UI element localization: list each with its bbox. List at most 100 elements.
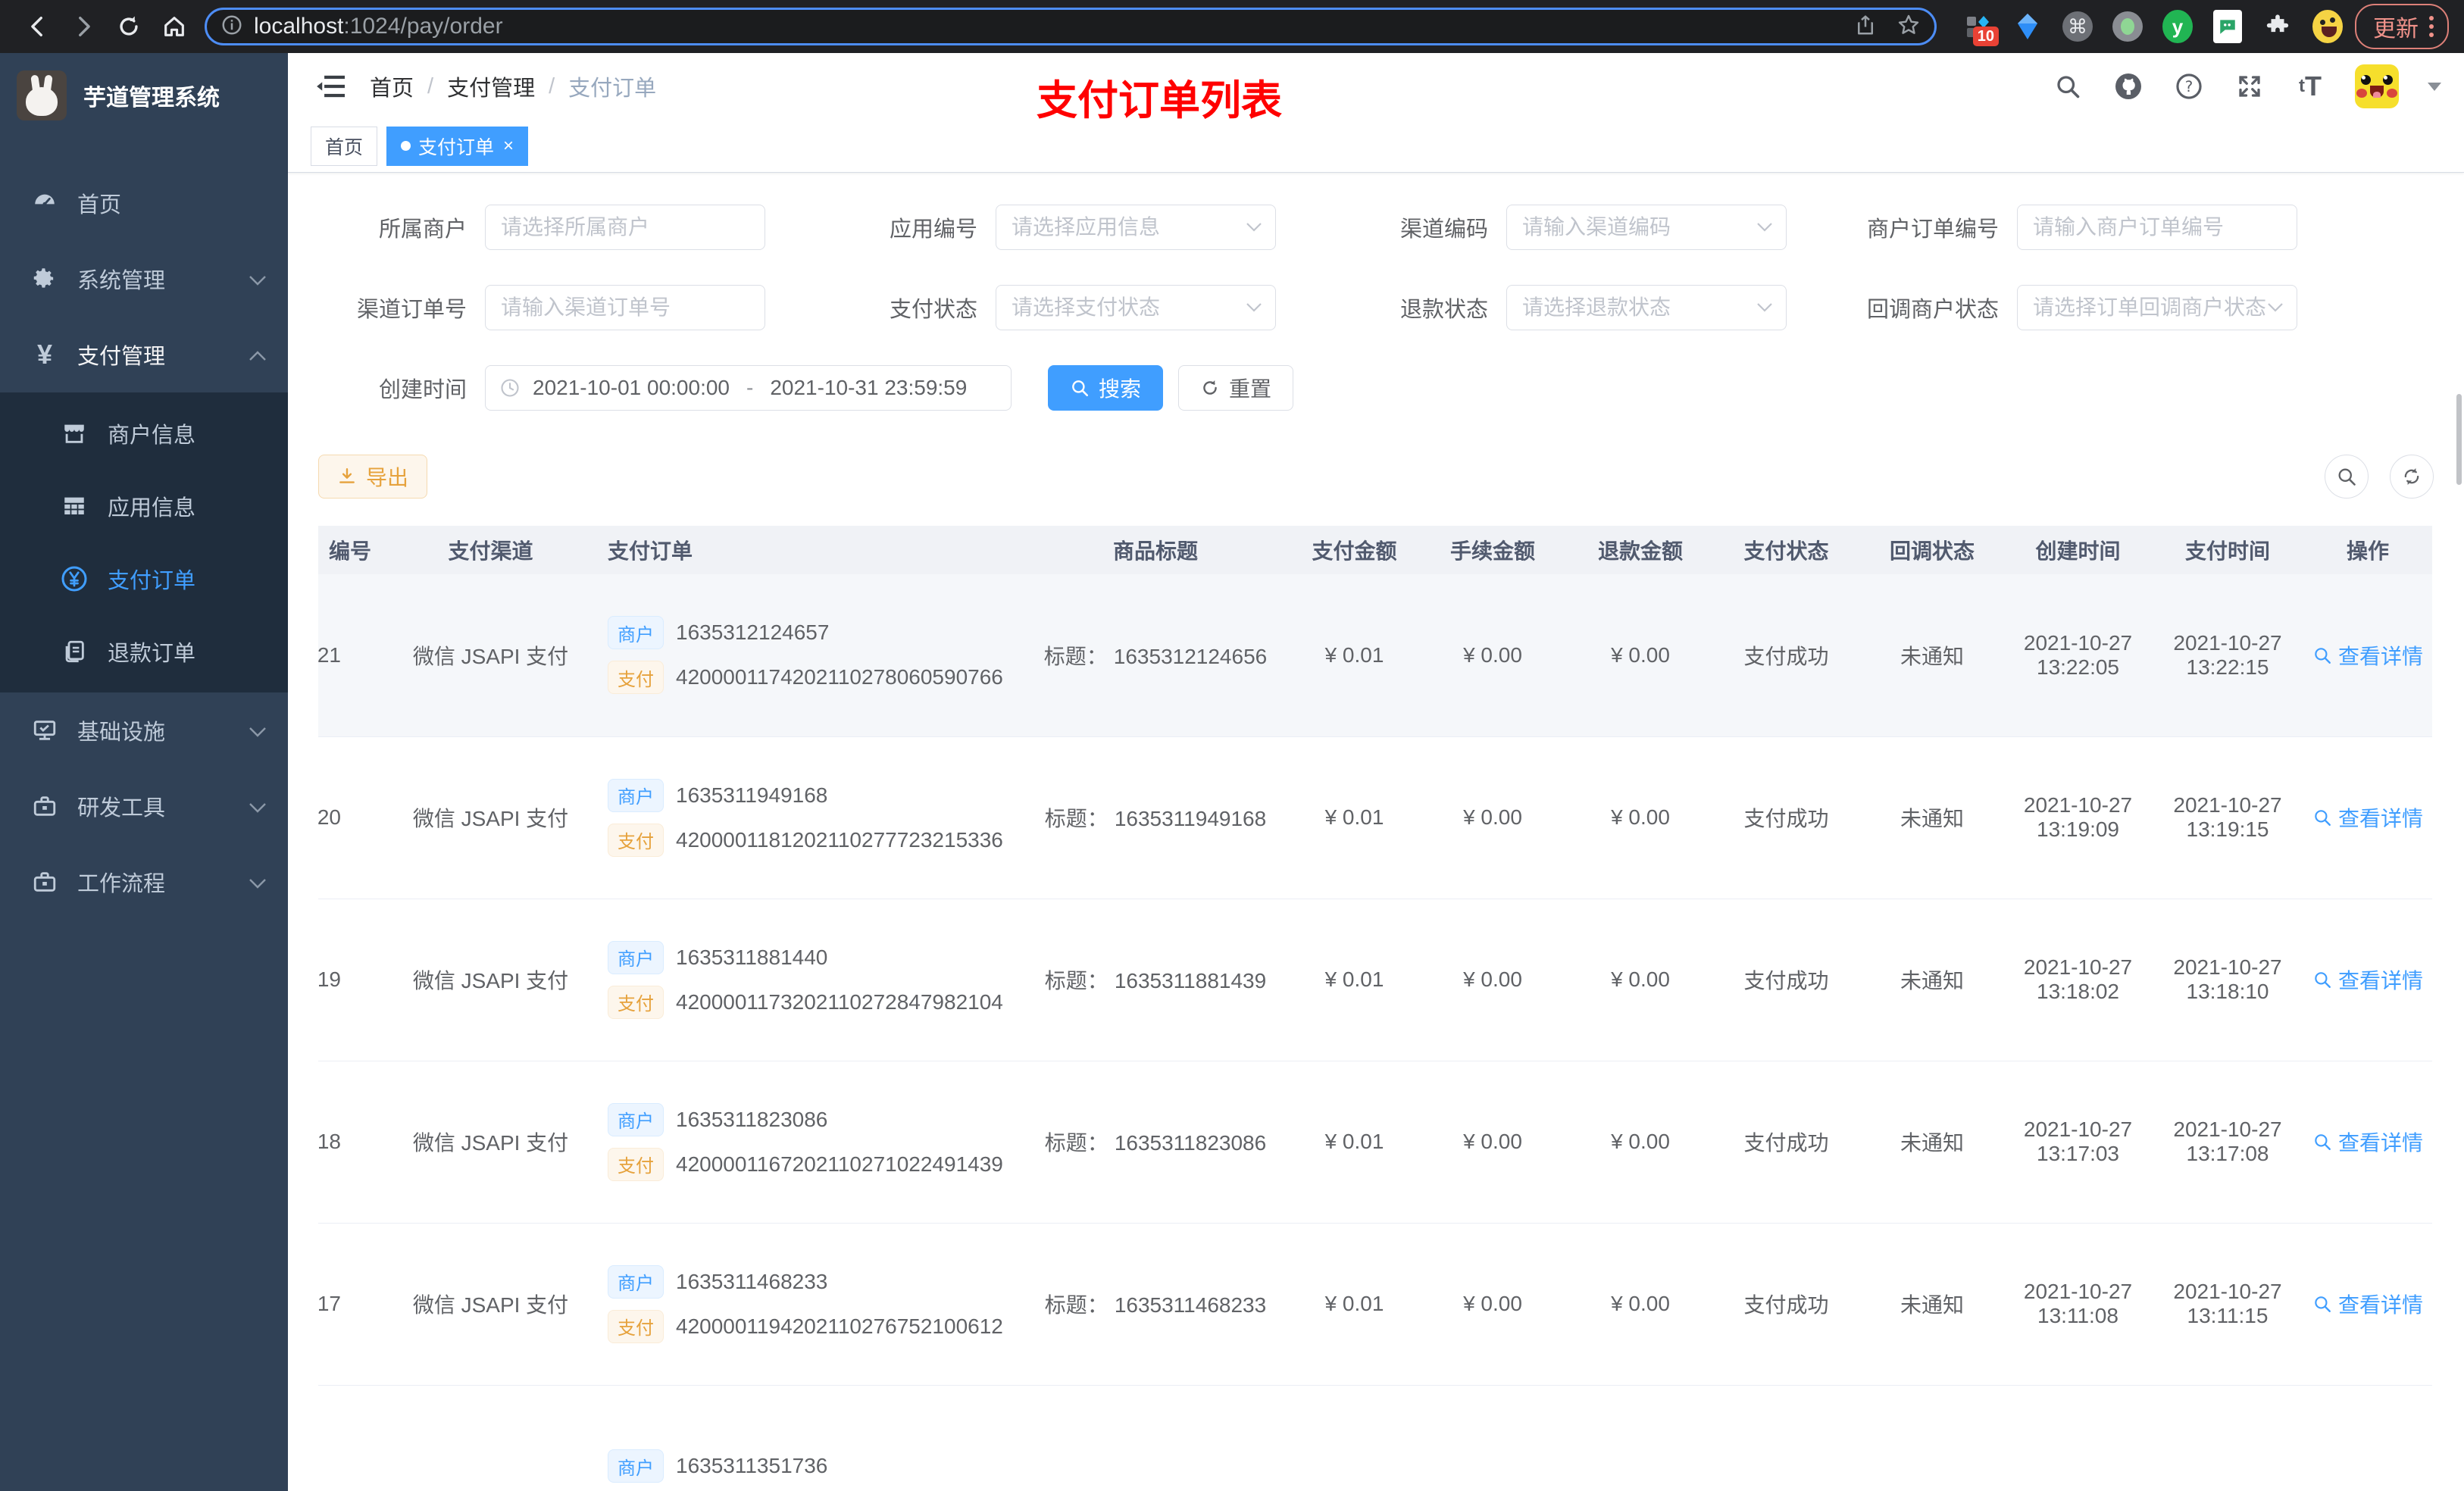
sidebar-item-refund-order[interactable]: 退款订单	[0, 615, 288, 688]
sidebar-item-system[interactable]: 系统管理	[0, 241, 288, 317]
chevron-down-icon	[249, 267, 267, 292]
pay-submenu: 商户信息 应用信息 支付订单 退款订单	[0, 392, 288, 692]
sidebar-item-workflow[interactable]: 工作流程	[0, 844, 288, 920]
search-label: 搜索	[1099, 377, 1142, 401]
cell-paid-time: 2021-10-27 13:19:15	[2152, 736, 2303, 899]
url-text[interactable]: localhost:1024/pay/order	[254, 14, 1845, 39]
filter-input[interactable]	[1506, 205, 1787, 250]
search-button[interactable]: 搜索	[1048, 365, 1164, 411]
update-button[interactable]: 更新	[2355, 4, 2449, 49]
view-detail-link[interactable]: 查看详情	[2312, 1289, 2423, 1319]
sidebar-toggle-icon[interactable]	[315, 70, 349, 103]
cell-fee-amount: ¥ 0.00	[1417, 1061, 1568, 1224]
cell-created-time: 2021-10-27 13:18:02	[2004, 899, 2152, 1061]
font-size-icon[interactable]: tT	[2294, 70, 2326, 102]
url-path: :1024/pay/order	[343, 14, 503, 39]
scrollbar-thumb[interactable]	[2456, 394, 2462, 485]
merchant-tag-badge: 商户	[608, 940, 664, 974]
col-header-status: 支付状态	[1712, 526, 1860, 574]
filter-label: 退款状态	[1399, 298, 1488, 322]
extension-chat-icon[interactable]	[2212, 10, 2243, 43]
share-icon[interactable]	[1854, 14, 1877, 40]
toggle-search-button[interactable]	[2325, 455, 2369, 499]
profile-emoji-icon[interactable]	[2312, 10, 2343, 43]
date-end[interactable]: 2021-10-31 23:59:59	[770, 376, 967, 400]
extension-gem-icon[interactable]	[2012, 11, 2043, 42]
filter-input[interactable]	[996, 285, 1276, 330]
avatar[interactable]	[2355, 64, 2399, 108]
help-icon[interactable]: ?	[2173, 70, 2205, 102]
back-button[interactable]	[21, 10, 55, 43]
filter-field: 退款状态	[1340, 285, 1805, 330]
forward-button[interactable]	[67, 10, 100, 43]
cell-pay-channel: 微信 JSAPI 支付	[383, 899, 599, 1061]
extension-grid-icon[interactable]: 10	[1962, 11, 1999, 46]
shop-icon	[61, 420, 88, 447]
extension-y-icon[interactable]: y	[2162, 10, 2193, 43]
sidebar-item-merchant-info[interactable]: 商户信息	[0, 397, 288, 470]
date-start[interactable]: 2021-10-01 00:00:00	[533, 376, 730, 400]
sidebar-item-home[interactable]: 首页	[0, 165, 288, 241]
date-range-picker[interactable]: 2021-10-01 00:00:00 - 2021-10-31 23:59:5…	[485, 365, 1012, 411]
view-detail-label: 查看详情	[2337, 644, 2423, 668]
sidebar-item-dev-tools[interactable]: 研发工具	[0, 768, 288, 844]
sidebar-item-label: 基础设施	[77, 720, 166, 745]
filter-field: 所属商户	[318, 205, 783, 250]
tag-pay-order[interactable]: 支付订单 ×	[386, 126, 529, 166]
view-detail-label: 查看详情	[2337, 807, 2423, 830]
view-detail-link[interactable]: 查看详情	[2312, 802, 2423, 833]
extension-command-icon[interactable]: ⌘	[2062, 11, 2093, 42]
update-label: 更新	[2373, 17, 2419, 42]
breadcrumb-home[interactable]: 首页	[370, 70, 414, 102]
filter-input[interactable]	[2017, 285, 2297, 330]
filter-input[interactable]	[2017, 205, 2297, 250]
filter-field: 回调商户状态	[1850, 285, 2315, 330]
reload-button[interactable]	[112, 10, 145, 43]
title-value: 1635311949168	[1114, 807, 1267, 830]
sidebar-item-infra[interactable]: 基础设施	[0, 692, 288, 768]
browser-menu-icon[interactable]	[2429, 16, 2434, 37]
home-button[interactable]	[158, 10, 191, 43]
filter-control	[2017, 205, 2297, 250]
filter-field: 渠道订单号	[318, 285, 783, 330]
tag-home[interactable]: 首页	[311, 126, 378, 166]
logo-row[interactable]: 芋道管理系统	[0, 53, 288, 138]
export-button[interactable]: 导出	[318, 455, 428, 499]
filter-input[interactable]	[485, 205, 765, 250]
filter-input[interactable]	[996, 205, 1276, 250]
close-icon[interactable]: ×	[503, 136, 514, 155]
view-detail-link[interactable]: 查看详情	[2312, 1127, 2423, 1157]
sidebar-item-pay[interactable]: ¥ 支付管理	[0, 317, 288, 392]
bookmark-star-icon[interactable]	[1896, 13, 1921, 41]
fullscreen-icon[interactable]	[2234, 70, 2265, 102]
view-detail-link[interactable]: 查看详情	[2312, 964, 2423, 995]
col-header-id: 编号	[318, 526, 383, 574]
cell-product-title: 标题： 1635311881439	[1019, 899, 1292, 1061]
address-bar[interactable]: localhost:1024/pay/order	[205, 8, 1937, 45]
filter-label: 所属商户	[378, 217, 467, 242]
cell-pay-channel: 微信 JSAPI 支付	[383, 736, 599, 899]
app-header: 首页 / 支付管理 / 支付订单 支付订单列表 ? t T	[288, 53, 2464, 123]
filter-input[interactable]	[485, 285, 765, 330]
view-detail-link[interactable]: 查看详情	[2312, 640, 2423, 670]
extension-record-icon[interactable]	[2112, 11, 2143, 42]
cell-pay-status: 支付成功	[1712, 899, 1860, 1061]
cell-notify-status: 未通知	[1860, 736, 2004, 899]
reset-button[interactable]: 重置	[1178, 365, 1294, 411]
extensions-puzzle-icon[interactable]	[2262, 11, 2293, 42]
site-info-icon[interactable]	[220, 14, 243, 40]
refresh-table-button[interactable]	[2390, 455, 2434, 499]
breadcrumb-pay: 支付管理	[447, 77, 536, 101]
filter-input[interactable]	[1506, 285, 1787, 330]
cell-actions: 查看详情	[2303, 736, 2432, 899]
github-icon[interactable]	[2112, 70, 2144, 102]
search-icon[interactable]	[2052, 70, 2084, 102]
pay-order-no: 4200001181202110277723215336	[676, 827, 1003, 852]
breadcrumb-separator: /	[549, 73, 555, 98]
merchant-tag-badge: 商户	[608, 1264, 664, 1299]
monitor-icon	[30, 716, 59, 745]
cell-paid-time: 2021-10-27 13:11:15	[2152, 1223, 2303, 1386]
sidebar-item-pay-order[interactable]: 支付订单	[0, 542, 288, 615]
avatar-dropdown-icon[interactable]	[2428, 82, 2441, 91]
sidebar-item-app-info[interactable]: 应用信息	[0, 470, 288, 542]
